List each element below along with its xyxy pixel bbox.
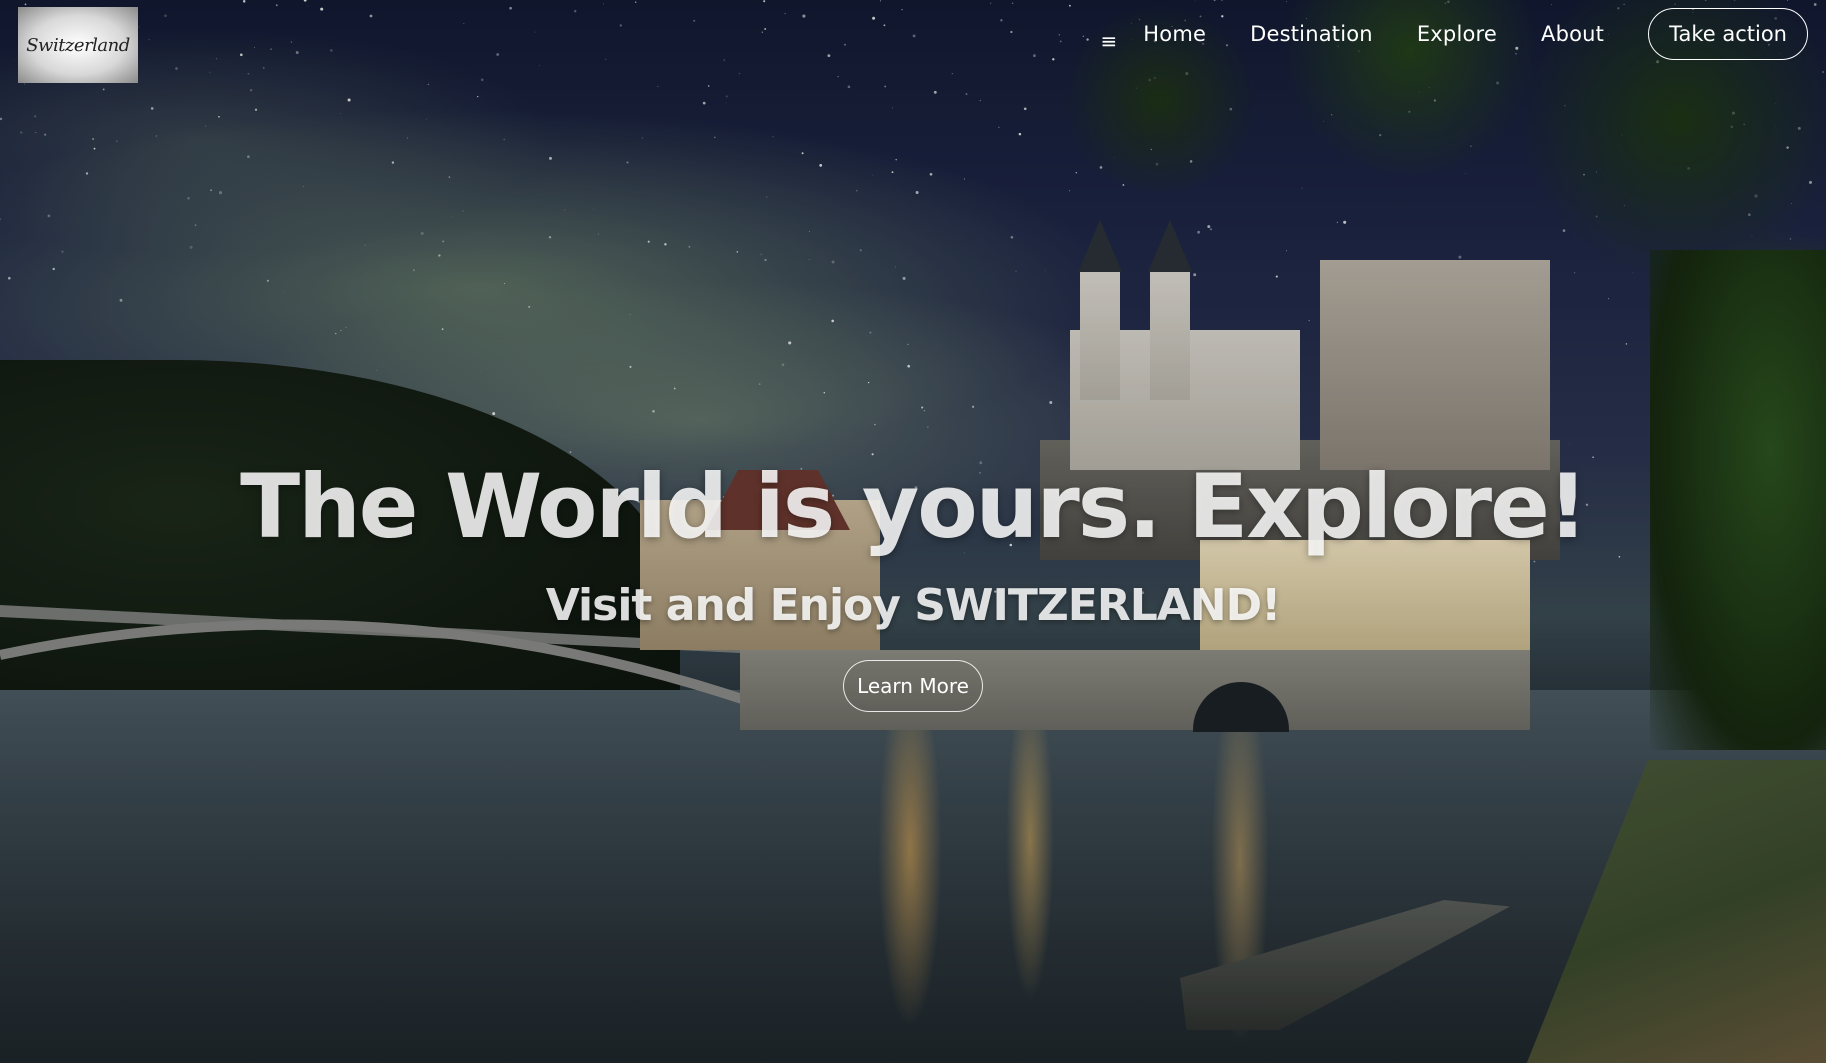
nav-explore[interactable]: Explore (1417, 22, 1497, 46)
hero-subtitle: Visit and Enjoy SWITZERLAND! (545, 580, 1281, 631)
nav-destination[interactable]: Destination (1250, 22, 1373, 46)
take-action-button[interactable]: Take action (1648, 8, 1808, 60)
logo-text: Switzerland (26, 34, 130, 56)
nav-about[interactable]: About (1541, 22, 1604, 46)
hero-title: The World is yours. Explore! (240, 455, 1588, 558)
nav-home[interactable]: Home (1143, 22, 1206, 46)
hamburger-icon[interactable]: ≡ (1101, 29, 1118, 53)
logo[interactable]: Switzerland (18, 7, 138, 83)
main-nav: ≡ Home Destination Explore About Take ac… (1101, 6, 1808, 62)
learn-more-button[interactable]: Learn More (843, 660, 983, 712)
